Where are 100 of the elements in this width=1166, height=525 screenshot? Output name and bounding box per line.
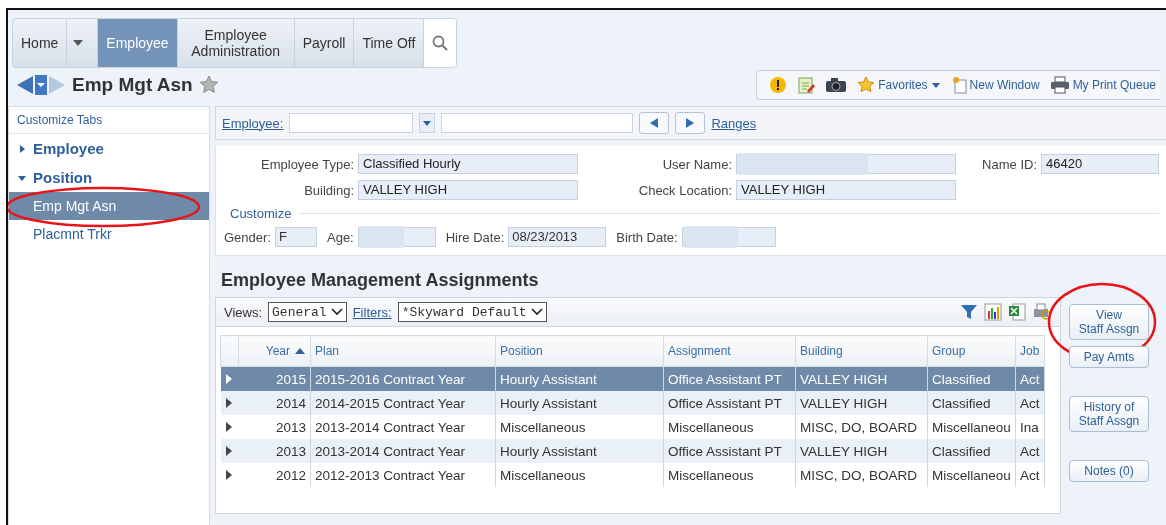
sidebar-group[interactable]: Employee [9, 134, 209, 163]
bar-chart-icon[interactable] [984, 303, 1002, 321]
column-header[interactable]: Group [927, 335, 1016, 367]
table-cell: 2012-2013 Contract Year [310, 463, 496, 487]
sort-ascending-icon [294, 347, 306, 355]
expander-cell[interactable] [220, 366, 239, 391]
expand-row-icon[interactable] [224, 445, 233, 456]
group-label[interactable]: Position [33, 169, 93, 186]
sidebar-item[interactable]: Placmnt Trkr [9, 220, 209, 248]
field-label: Gender: [224, 229, 271, 245]
table-cell: Miscellaneou [927, 463, 1016, 487]
left-arrow-icon[interactable] [650, 118, 659, 128]
nav-tab[interactable]: Employee Administration [177, 19, 295, 67]
table-cell: Ina [1015, 415, 1045, 439]
camera-icon[interactable] [825, 77, 848, 93]
sidebar-item[interactable]: Emp Mgt Asn [9, 192, 209, 220]
column-header[interactable]: Year [238, 335, 311, 367]
employee-name-field[interactable] [441, 113, 634, 133]
table-cell: Miscellaneous [663, 415, 796, 439]
spreadsheet-icon[interactable] [1008, 303, 1026, 321]
section-title: Employee Management Assignments [221, 270, 540, 291]
table-cell: Act [1015, 391, 1045, 415]
column-header[interactable]: Job [1015, 335, 1045, 367]
table-cell: VALLEY HIGH [795, 439, 928, 463]
table-cell: 2013 [238, 439, 311, 463]
next-button[interactable] [675, 112, 706, 134]
ranges-link[interactable]: Ranges [711, 115, 757, 131]
column-header [220, 335, 239, 367]
filters-select[interactable]: *Skyward Default [397, 302, 547, 322]
table-cell: 2013-2014 Contract Year [310, 439, 496, 463]
table-cell: Miscellaneous [495, 463, 664, 487]
customize-tabs-link[interactable]: Customize Tabs [9, 107, 209, 134]
table-cell: Miscellaneou [927, 415, 1016, 439]
table-cell: Miscellaneous [495, 415, 664, 439]
previous-button[interactable] [639, 112, 670, 134]
filters-link[interactable]: Filters: [352, 304, 392, 320]
favorites-link[interactable]: Favorites [857, 76, 941, 94]
field-label: Birth Date: [616, 229, 678, 245]
filter-icon[interactable] [960, 304, 978, 320]
value-field: Classified Hourly [358, 154, 578, 174]
star-icon [857, 76, 876, 94]
table-cell: Classified [927, 391, 1016, 415]
action-button[interactable]: Pay Amts [1069, 346, 1149, 368]
collapsed-caret-icon [17, 143, 27, 154]
action-button[interactable]: View Staff Assgn [1069, 304, 1149, 340]
action-button[interactable]: Notes (0) [1069, 460, 1149, 482]
field-label: Building: [303, 182, 354, 198]
sidebar-group[interactable]: Position [9, 163, 209, 192]
expand-row-icon[interactable] [224, 421, 233, 432]
chevron-down-icon[interactable] [330, 308, 343, 316]
value-field: VALLEY HIGH [358, 180, 578, 200]
table-cell: 2013-2014 Contract Year [310, 415, 496, 439]
column-header[interactable]: Position [495, 335, 664, 367]
table-cell: Act [1015, 463, 1045, 487]
customize-link[interactable]: Customize [230, 206, 292, 221]
chevron-down-icon[interactable] [530, 308, 543, 316]
employee-field[interactable] [289, 113, 414, 133]
employee-link[interactable]: Employee: [222, 115, 284, 131]
expander-cell[interactable] [220, 439, 239, 463]
star-icon[interactable] [198, 75, 219, 95]
action-button[interactable]: History of Staff Assgn [1069, 396, 1149, 432]
print-preview-icon[interactable] [1032, 303, 1052, 321]
table-cell: MISC, DO, BOARD [795, 463, 928, 487]
link-label[interactable]: My Print Queue [1072, 78, 1156, 92]
group-label[interactable]: Employee [33, 140, 104, 157]
nav-tab[interactable]: Payroll [294, 19, 355, 67]
table-cell: Hourly Assistant [495, 366, 664, 391]
table-cell: Classified [927, 439, 1016, 463]
table-cell: 2013 [238, 415, 311, 439]
table-cell: VALLEY HIGH [795, 391, 928, 415]
field-label: Hire Date: [445, 229, 505, 245]
expand-row-icon[interactable] [224, 469, 233, 480]
table-cell: Office Assistant PT [663, 366, 796, 391]
new-window-link[interactable]: New Window [950, 76, 1040, 94]
dropdown-icon[interactable] [419, 113, 436, 133]
column-header[interactable]: Plan [310, 335, 496, 367]
field-label: Name ID: [981, 156, 1037, 172]
search-icon[interactable] [424, 19, 457, 67]
table-cell: 2015-2016 Contract Year [310, 366, 496, 391]
field-label: User Name: [661, 156, 732, 172]
back-arrow-icon[interactable] [16, 74, 34, 96]
table-cell: Office Assistant PT [663, 391, 796, 415]
value-field: F [275, 227, 317, 247]
expander-cell[interactable] [220, 391, 239, 415]
notepad-icon[interactable] [797, 76, 816, 94]
right-arrow-icon[interactable] [686, 118, 695, 128]
table-cell: 2012 [238, 463, 311, 487]
column-header[interactable]: Assignment [663, 335, 796, 367]
expand-row-icon[interactable] [224, 397, 233, 408]
print-link[interactable]: My Print Queue [1049, 76, 1156, 94]
link-label[interactable]: New Window [969, 78, 1040, 92]
column-header[interactable]: Building [795, 335, 928, 367]
history-dropdown-icon[interactable] [34, 74, 48, 96]
views-select[interactable]: General [268, 302, 347, 322]
table-cell: 2014 [238, 391, 311, 415]
link-label[interactable]: Favorites [878, 78, 928, 92]
caret-icon [930, 80, 941, 90]
alert-icon[interactable] [769, 76, 788, 94]
table-cell: 2014-2015 Contract Year [310, 391, 496, 415]
table-cell: MISC, DO, BOARD [795, 415, 928, 439]
